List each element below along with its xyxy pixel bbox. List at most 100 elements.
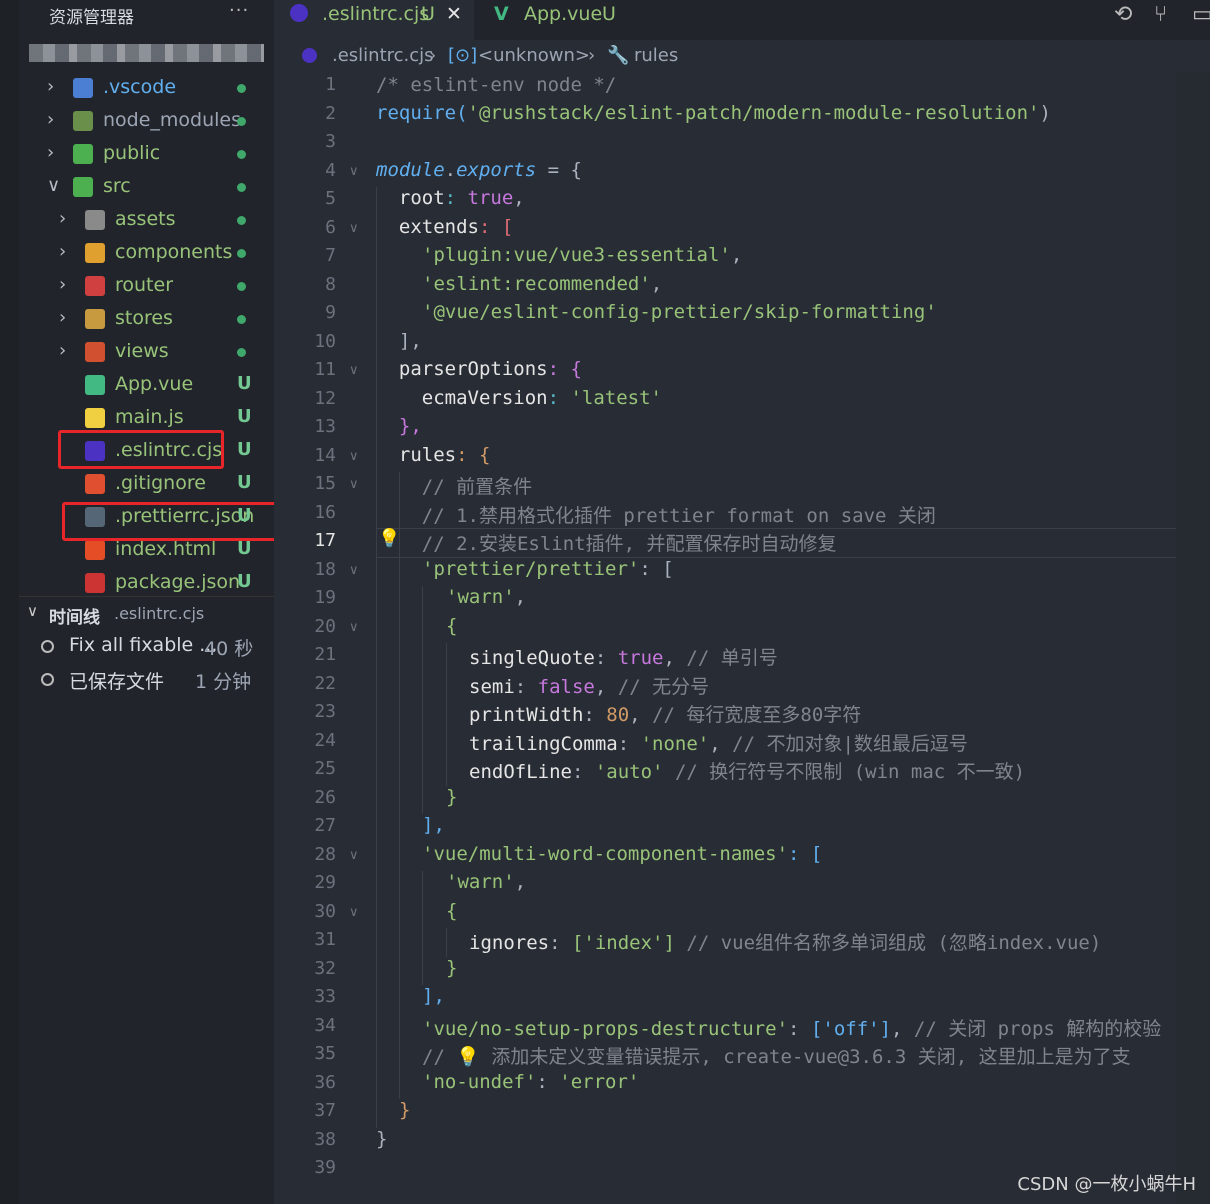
line-number: 4 [325, 159, 336, 181]
folder-icon [85, 276, 105, 296]
fold-chevron-icon[interactable]: ∨ [349, 363, 359, 378]
code-line: } [446, 786, 458, 808]
modified-dot-icon [237, 150, 246, 159]
tree-item[interactable]: › router [19, 270, 274, 303]
fold-chevron-icon[interactable]: ∨ [349, 477, 359, 492]
minimap[interactable] [1176, 72, 1210, 1204]
code-line: printWidth: 80, // 每行宽度至多80字符 [469, 704, 862, 726]
tab-app-vue[interactable]: V App.vue U [476, 0, 656, 40]
code-line: 'vue/no-setup-props-destructure': ['off'… [422, 1018, 1162, 1040]
fold-chevron-icon[interactable]: ∨ [349, 905, 359, 920]
untracked-badge: U [237, 406, 252, 427]
fold-chevron-icon[interactable]: ∨ [349, 221, 359, 236]
timeline-file: .eslintrc.cjs [114, 604, 205, 623]
eslint-icon [302, 48, 317, 63]
timeline-item[interactable]: 已保存文件 1 分钟 [19, 663, 274, 695]
tab-status: U [421, 3, 435, 25]
tree-item-label: src [103, 175, 131, 197]
tree-item[interactable]: App.vue U [19, 369, 274, 402]
code-line: 'prettier/prettier': [ [422, 558, 674, 580]
line-number: 17 [314, 530, 336, 551]
history-icon[interactable]: ⟲ [1114, 2, 1132, 27]
fold-chevron-icon[interactable]: ∨ [349, 449, 359, 464]
line-number: 35 [314, 1043, 336, 1064]
tab-status: U [602, 3, 616, 25]
chevron-right-icon: › [429, 45, 437, 66]
indent-guide [446, 643, 447, 786]
fold-chevron-icon[interactable]: ∨ [349, 620, 359, 635]
code-line: /* eslint-env node */ [376, 74, 617, 96]
code-line: { [446, 900, 458, 922]
code-line: ], [422, 985, 445, 1007]
modified-dot-icon [237, 348, 246, 357]
tree-item-label: assets [115, 208, 176, 230]
fold-chevron-icon[interactable]: ∨ [349, 164, 359, 179]
code-line: parserOptions: { [376, 358, 582, 380]
code-line: } [446, 957, 458, 979]
explorer-title: 资源管理器 [49, 8, 134, 28]
line-number: 24 [314, 729, 336, 751]
commit-icon [41, 673, 54, 686]
breadcrumb-symbol[interactable]: <unknown> [478, 45, 590, 66]
lightbulb-icon[interactable]: 💡 [378, 528, 400, 549]
breadcrumb-rules[interactable]: rules [634, 45, 678, 66]
code-line: { [446, 615, 458, 637]
tree-item[interactable]: ∨ src [19, 171, 274, 204]
fold-chevron-icon[interactable]: ∨ [349, 848, 359, 863]
code-line: extends: [ [376, 216, 514, 238]
code-line: // 2.安装Eslint插件, 并配置保存时自动修复 [376, 533, 837, 555]
tree-item-label: router [115, 274, 174, 296]
modified-dot-icon [237, 249, 246, 258]
line-number: 31 [314, 929, 336, 950]
more-actions-icon[interactable]: ··· [229, 0, 249, 21]
tree-item-label: App.vue [115, 373, 194, 395]
modified-dot-icon [237, 117, 246, 126]
commit-icon [41, 640, 54, 653]
chevron-right-icon: › [59, 208, 67, 229]
code-line: 'no-undef': 'error' [422, 1071, 640, 1093]
tree-item[interactable]: › assets [19, 204, 274, 237]
tree-item-label: public [103, 142, 161, 164]
untracked-badge: U [237, 571, 252, 592]
line-number: 29 [314, 872, 336, 893]
eslint-icon [290, 4, 308, 22]
line-number: 15 [314, 473, 336, 494]
tab-eslintrc[interactable]: .eslintrc.cjs U ✕ [274, 0, 474, 40]
timeline-title: 时间线 [49, 608, 100, 628]
split-editor-icon[interactable]: ▭ [1192, 2, 1210, 27]
file-icon [85, 474, 105, 494]
timeline-item[interactable]: Fix all fixable ... 40 秒 [19, 630, 274, 662]
code-line: singleQuote: true, // 单引号 [469, 647, 778, 669]
source-control-icon[interactable]: ⑂ [1154, 2, 1167, 27]
tree-item-label: .gitignore [115, 472, 206, 494]
code-line: // 前置条件 [376, 476, 533, 498]
breadcrumb-file[interactable]: .eslintrc.cjs [332, 45, 434, 66]
chevron-right-icon: › [47, 76, 55, 97]
code-line: 'plugin:vue/vue3-essential', [422, 244, 743, 266]
line-number: 32 [314, 957, 336, 979]
fold-chevron-icon[interactable]: ∨ [349, 563, 359, 578]
highlight-prettierrc [62, 502, 306, 541]
tree-item-label: index.html [115, 538, 217, 560]
tree-item[interactable]: › components [19, 237, 274, 270]
tree-item[interactable]: › public [19, 138, 274, 171]
tree-item[interactable]: › .vscode [19, 72, 274, 105]
line-number: 37 [314, 1100, 336, 1121]
line-number: 20 [314, 615, 336, 637]
close-icon[interactable]: ✕ [446, 3, 462, 25]
code-line: }, [376, 415, 422, 437]
tree-item[interactable]: › node_modules [19, 105, 274, 138]
line-number: 6 [325, 216, 336, 238]
line-number: 2 [325, 102, 336, 124]
file-icon [85, 375, 105, 395]
tree-item[interactable]: › stores [19, 303, 274, 336]
tree-item[interactable]: › views [19, 336, 274, 369]
chevron-right-icon: › [47, 109, 55, 130]
vue-icon: V [494, 3, 509, 25]
tree-item-label: package.json [115, 571, 241, 593]
line-number: 18 [314, 558, 336, 580]
code-line: ignores: ['index'] // vue组件名称多单词组成 (忽略in… [469, 932, 1102, 954]
timeline-header[interactable]: ∨ 时间线 .eslintrc.cjs [19, 596, 274, 631]
tab-bar: .eslintrc.cjs U ✕ V App.vue U ⟲ ⑂ ▭ [274, 0, 1210, 40]
tree-item[interactable]: .gitignore U [19, 468, 274, 501]
